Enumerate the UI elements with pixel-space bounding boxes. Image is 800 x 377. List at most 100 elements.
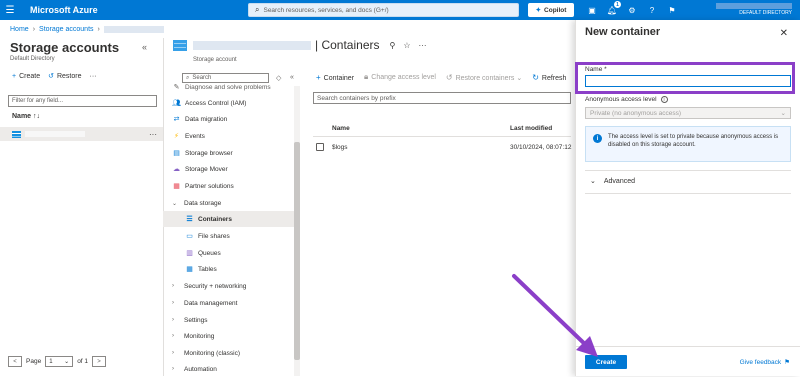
more-options-icon[interactable]: ··· — [90, 73, 97, 80]
account-menu[interactable]: DEFAULT DIRECTORY — [716, 3, 792, 16]
global-search-input[interactable]: ⌕ Search resources, services, and docs (… — [248, 3, 519, 17]
copilot-icon: ✦ — [535, 7, 542, 14]
refresh-icon: ↻ — [532, 72, 539, 82]
partner-icon: ▦ — [173, 183, 180, 190]
container-name[interactable]: $logs — [332, 144, 348, 151]
menu-item-queues[interactable]: ▥ Queues — [163, 245, 294, 261]
add-container-button[interactable]: + Container — [316, 73, 354, 82]
page-label: Page — [26, 358, 42, 365]
chevron-down-icon: ⌄ — [516, 74, 523, 82]
copilot-button[interactable]: ✦ Copilot — [528, 3, 574, 17]
panel-title: Storage accounts — [10, 40, 120, 55]
menu-group-monitoring[interactable]: › Monitoring — [163, 328, 294, 344]
menu-group-settings[interactable]: › Settings — [163, 312, 294, 328]
storage-browser-icon: ▤ — [173, 150, 180, 157]
column-header-name[interactable]: Name — [332, 125, 350, 132]
lightning-icon: ⚡︎ — [174, 133, 179, 140]
more-options-icon[interactable]: ··· — [419, 41, 427, 50]
give-feedback-link[interactable]: Give feedback ⚑ — [739, 358, 790, 367]
menu-item-partner-solutions[interactable]: ▦ Partner solutions — [163, 178, 294, 194]
help-icon[interactable]: ? — [645, 2, 659, 18]
favorite-star-icon[interactable]: ☆ — [403, 41, 410, 50]
access-level-select[interactable]: Private (no anonymous access) ⌄ — [585, 107, 791, 119]
chevron-down-icon: ⌄ — [172, 200, 178, 207]
chevron-right-icon: › — [172, 350, 174, 356]
menu-group-monitoring-classic[interactable]: › Monitoring (classic) — [163, 345, 294, 361]
column-header-last-modified[interactable]: Last modified — [510, 125, 552, 132]
menu-item-storage-mover[interactable]: ☁ Storage Mover — [163, 161, 294, 177]
restore-containers-button[interactable]: ↺ Restore containers ⌄ — [446, 73, 522, 82]
menu-item-label: Tables — [198, 265, 217, 273]
row-more-icon[interactable]: ··· — [149, 130, 157, 139]
menu-item-label: File shares — [198, 232, 230, 240]
collapse-panel-icon[interactable]: « — [142, 42, 147, 52]
page-select[interactable]: 1 ⌄ — [45, 356, 74, 367]
filter-input[interactable]: Filter for any field... — [8, 95, 157, 107]
directory-label: DEFAULT DIRECTORY — [739, 10, 792, 16]
refresh-button[interactable]: ↻ Refresh — [532, 73, 566, 82]
info-icon[interactable]: i — [660, 96, 668, 103]
menu-item-storage-browser[interactable]: ▤ Storage browser — [163, 145, 294, 161]
chevron-right-icon: › — [172, 300, 174, 306]
menu-group-data-management[interactable]: › Data management — [163, 295, 294, 311]
menu-item-diagnose[interactable]: ✎ Diagnose and solve problems — [163, 82, 294, 92]
cloud-shell-icon[interactable]: ▣ — [585, 2, 599, 18]
menu-options-icon[interactable]: ◇ — [276, 74, 281, 82]
info-circle-icon: i — [593, 134, 602, 143]
menu-item-events[interactable]: ⚡︎ Events — [163, 128, 294, 144]
previous-page-icon[interactable]: < — [8, 356, 22, 367]
menu-item-file-shares[interactable]: ▭ File shares — [163, 228, 294, 244]
global-search-placeholder: Search resources, services, and docs (G+… — [263, 6, 389, 14]
tables-icon: ▦ — [186, 266, 193, 273]
menu-group-data-storage[interactable]: ⌄ Data storage — [163, 195, 294, 211]
plus-icon: + — [316, 72, 321, 82]
change-access-level-button[interactable]: 🔒︎ Change access level — [364, 72, 436, 82]
feedback-label: Give feedback — [739, 358, 782, 366]
menu-item-label: Storage browser — [185, 149, 233, 157]
breadcrumb-storage-accounts[interactable]: Storage accounts — [39, 26, 93, 33]
close-icon[interactable]: ✕ — [780, 28, 788, 39]
menu-item-label: Automation — [184, 365, 217, 373]
lock-icon: 🔒︎ — [364, 72, 369, 81]
feedback-icon[interactable]: ⚑ — [665, 2, 679, 18]
notifications-icon[interactable]: 🔔︎ 1 — [605, 1, 621, 18]
create-button[interactable]: + Create — [12, 73, 40, 80]
hamburger-menu-icon[interactable]: ☰ — [0, 0, 20, 20]
storage-account-row[interactable]: ··· — [0, 127, 163, 141]
row-checkbox[interactable] — [316, 143, 324, 151]
blade-title: New container — [585, 26, 661, 38]
breadcrumb-account-redacted[interactable] — [103, 26, 164, 33]
migration-icon: ⇄ — [173, 116, 180, 123]
brand-name[interactable]: Microsoft Azure — [30, 5, 98, 15]
menu-scrollbar-thumb[interactable] — [294, 142, 300, 360]
menu-item-label: Data migration — [185, 115, 228, 123]
create-button[interactable]: Create — [585, 355, 627, 369]
menu-item-containers[interactable]: ☰ Containers — [163, 211, 294, 227]
pin-icon[interactable]: ⚲ — [389, 41, 395, 50]
settings-gear-icon[interactable]: ⚙ — [625, 2, 639, 18]
containers-search-input[interactable]: Search containers by prefix — [313, 92, 571, 104]
page-title: | Containers — [315, 38, 380, 52]
breadcrumb-home[interactable]: Home — [10, 26, 29, 33]
storage-accounts-panel: Storage accounts Default Directory « + Cr… — [0, 38, 163, 376]
breadcrumb: Home › Storage accounts › — [10, 26, 164, 33]
name-column-header[interactable]: Name ↑↓ — [12, 113, 40, 120]
collapse-menu-icon[interactable]: « — [290, 74, 294, 81]
copilot-label: Copilot — [544, 6, 567, 14]
menu-item-label: Settings — [184, 316, 208, 324]
menu-item-tables[interactable]: ▦ Tables — [163, 261, 294, 277]
chevron-down-icon: ⌄ — [780, 110, 786, 117]
restore-button[interactable]: ↺ Restore — [48, 72, 81, 80]
restore-icon: ↺ — [48, 73, 54, 80]
menu-item-data-migration[interactable]: ⇄ Data migration — [163, 111, 294, 127]
feedback-icon: ⚑ — [784, 359, 790, 366]
menu-group-security-networking[interactable]: › Security + networking — [163, 278, 294, 294]
menu-item-label: Monitoring (classic) — [184, 349, 240, 357]
advanced-section-toggle[interactable]: ⌄ Advanced — [590, 177, 635, 186]
storage-account-name-redacted — [25, 131, 85, 137]
table-row[interactable]: $logs 30/10/2024, 08:07:12 — [316, 140, 574, 154]
menu-item-access-control[interactable]: 👥︎ Access Control (IAM) — [163, 95, 294, 111]
chevron-right-icon: › — [172, 333, 174, 339]
next-page-icon[interactable]: > — [92, 356, 107, 367]
menu-group-automation[interactable]: › Automation — [163, 361, 294, 377]
